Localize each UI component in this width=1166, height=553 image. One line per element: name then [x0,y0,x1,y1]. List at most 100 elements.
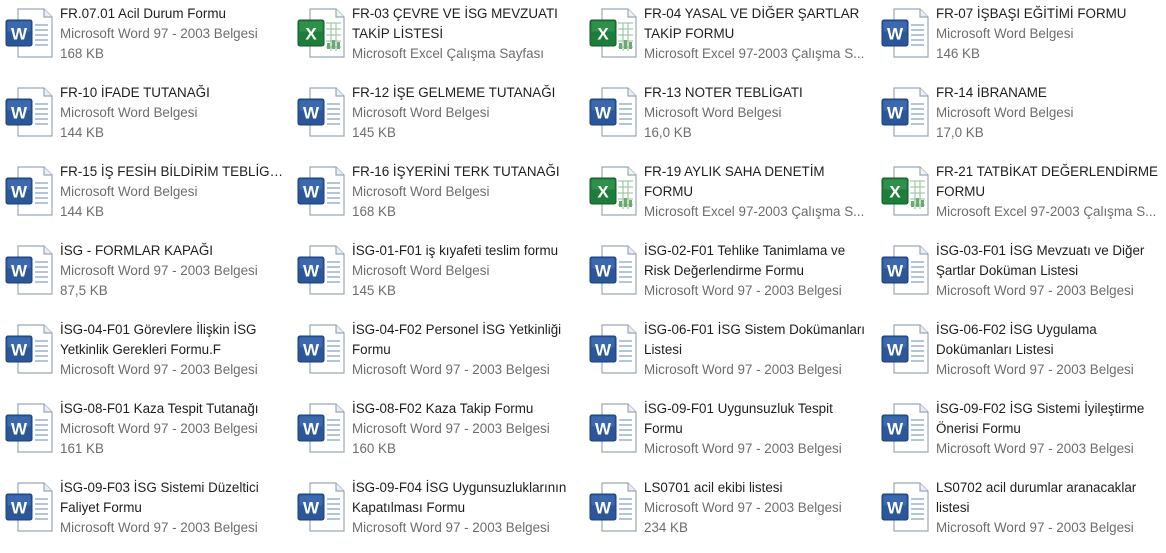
file-name: FR-21 TATBİKAT DEĞERLENDİRME FORMU [936,164,1158,199]
file-type: Microsoft Word 97 - 2003 Belgesi [936,362,1134,377]
file-tile-1[interactable]: W FR.07.01 Acil Durum Formu Microsoft Wo… [0,0,292,79]
file-tile-19[interactable]: W İSG-06-F01 İSG Sistem Dokümanları List… [584,316,876,395]
file-name: FR-19 AYLIK SAHA DENETİM FORMU [644,164,825,199]
file-name: İSG-04-F01 Görevlere İlişkin İSG Yetkinl… [60,322,257,357]
svg-text:W: W [887,499,904,518]
word-icon: W [880,7,930,59]
file-type: Microsoft Excel Çalışma Sayfası [352,46,544,61]
svg-text:X: X [305,25,317,44]
word-icon: W [880,323,930,375]
svg-text:W: W [595,341,612,360]
file-tile-4[interactable]: W FR-07 İŞBAŞI EĞİTİMİ FORMU Microsoft W… [876,0,1166,79]
file-info: FR-07 İŞBAŞI EĞİTİMİ FORMU Microsoft Wor… [936,4,1162,64]
file-tile-20[interactable]: W İSG-06-F02 İSG Uygulama Dokümanları Li… [876,316,1166,395]
file-info: İSG-09-F02 İSG Sistemi İyileştirme Öneri… [936,399,1162,459]
file-tile-9[interactable]: W FR-15 İŞ FESİH BİLDİRİM TEBLİGATI Micr… [0,158,292,237]
file-type: Microsoft Word 97 - 2003 Belgesi [352,520,550,535]
file-tile-2[interactable]: X FR-03 ÇEVRE VE İSG MEVZUATI TAKİP LİST… [292,0,584,79]
file-tile-3[interactable]: X FR-04 YASAL VE DİĞER ŞARTLAR TAKİP FOR… [584,0,876,79]
file-size: 160 KB [352,441,396,456]
file-type: Microsoft Word 97 - 2003 Belgesi [936,441,1134,456]
file-name: FR-15 İŞ FESİH BİLDİRİM TEBLİGATI [60,164,286,179]
file-name: İSG-08-F01 Kaza Tespit Tutanağı [60,401,259,416]
file-tile-16[interactable]: W İSG-03-F01 İSG Mevzuatı ve Diğer Şartl… [876,237,1166,316]
file-info: LS0701 acil ekibi listesi Microsoft Word… [644,478,870,538]
file-info: İSG-02-F01 Tehlike Tanimlama ve Risk Değ… [644,241,870,301]
svg-text:W: W [11,104,28,123]
svg-text:W: W [11,341,28,360]
file-name: İSG-06-F02 İSG Uygulama Dokümanları List… [936,322,1097,357]
excel-icon: X [880,165,930,217]
file-tile-23[interactable]: W İSG-09-F01 Uygunsuzluk Tespit Formu Mi… [584,395,876,474]
svg-text:W: W [303,262,320,281]
file-type: Microsoft Word Belgesi [352,184,490,199]
word-icon: W [4,481,54,533]
file-tile-25[interactable]: W İSG-09-F03 İSG Sistemi Düzeltici Faliy… [0,474,292,553]
word-icon: W [296,481,346,533]
file-name: FR-12 İŞE GELMEME TUTANAĞI [352,85,556,100]
word-icon: W [588,402,638,454]
file-info: İSG-08-F01 Kaza Tespit Tutanağı Microsof… [60,399,286,459]
svg-text:W: W [887,25,904,44]
word-icon: W [880,86,930,138]
file-tile-14[interactable]: W İSG-01-F01 iş kıyafeti teslim formu Mi… [292,237,584,316]
word-icon: W [588,86,638,138]
file-size: 145 KB [352,125,396,140]
file-tile-28[interactable]: W LS0702 acil durumlar aranacaklar liste… [876,474,1166,553]
file-size: 168 KB [60,46,104,61]
svg-text:W: W [303,183,320,202]
file-type: Microsoft Excel 97-2003 Çalışma S... [644,46,865,61]
file-size: 161 KB [60,441,104,456]
file-name: İSG - FORMLAR KAPAĞI [60,243,214,258]
file-tile-10[interactable]: W FR-16 İŞYERİNİ TERK TUTANAĞI Microsoft… [292,158,584,237]
svg-text:W: W [595,420,612,439]
word-icon: W [4,165,54,217]
word-icon: W [588,481,638,533]
file-info: İSG - FORMLAR KAPAĞI Microsoft Word 97 -… [60,241,286,301]
file-name: FR-03 ÇEVRE VE İSG MEVZUATI TAKİP LİSTES… [352,6,558,41]
file-tile-26[interactable]: W İSG-09-F04 İSG Uygunsuzluklarının Kapa… [292,474,584,553]
excel-icon: X [588,7,638,59]
svg-text:W: W [595,104,612,123]
word-icon: W [296,165,346,217]
file-type: Microsoft Word Belgesi [352,105,490,120]
file-name: İSG-09-F04 İSG Uygunsuzluklarının Kapatı… [352,480,567,515]
word-icon: W [4,402,54,454]
file-type: Microsoft Word 97 - 2003 Belgesi [60,520,258,535]
file-tile-18[interactable]: W İSG-04-F02 Personel İSG Yetkinliği For… [292,316,584,395]
file-tile-15[interactable]: W İSG-02-F01 Tehlike Tanimlama ve Risk D… [584,237,876,316]
file-tile-27[interactable]: W LS0701 acil ekibi listesi Microsoft Wo… [584,474,876,553]
svg-text:W: W [11,420,28,439]
file-name: LS0701 acil ekibi listesi [644,480,783,495]
word-icon: W [4,86,54,138]
file-type: Microsoft Word 97 - 2003 Belgesi [60,263,258,278]
file-tile-grid: W FR.07.01 Acil Durum Formu Microsoft Wo… [0,0,1166,552]
svg-text:W: W [303,104,320,123]
svg-text:W: W [887,104,904,123]
file-tile-8[interactable]: W FR-14 İBRANAME Microsoft Word Belgesi … [876,79,1166,158]
file-type: Microsoft Word Belgesi [60,105,198,120]
file-tile-5[interactable]: W FR-10 İFADE TUTANAĞI Microsoft Word Be… [0,79,292,158]
file-tile-13[interactable]: W İSG - FORMLAR KAPAĞI Microsoft Word 97… [0,237,292,316]
file-type: Microsoft Word 97 - 2003 Belgesi [60,421,258,436]
svg-text:X: X [597,183,609,202]
file-type: Microsoft Word 97 - 2003 Belgesi [936,520,1134,535]
file-info: İSG-09-F01 Uygunsuzluk Tespit Formu Micr… [644,399,870,459]
file-name: İSG-09-F03 İSG Sistemi Düzeltici Faliyet… [60,480,259,515]
file-size: 145 KB [352,283,396,298]
file-tile-17[interactable]: W İSG-04-F01 Görevlere İlişkin İSG Yetki… [0,316,292,395]
file-tile-21[interactable]: W İSG-08-F01 Kaza Tespit Tutanağı Micros… [0,395,292,474]
file-tile-11[interactable]: X FR-19 AYLIK SAHA DENETİM FORMU Microso… [584,158,876,237]
file-tile-22[interactable]: W İSG-08-F02 Kaza Takip Formu Microsoft … [292,395,584,474]
file-tile-7[interactable]: W FR-13 NOTER TEBLİGATI Microsoft Word B… [584,79,876,158]
file-info: FR.07.01 Acil Durum Formu Microsoft Word… [60,4,286,64]
file-type: Microsoft Excel 97-2003 Çalışma S... [644,204,865,219]
file-type: Microsoft Word 97 - 2003 Belgesi [352,362,550,377]
file-info: FR-13 NOTER TEBLİGATI Microsoft Word Bel… [644,83,870,143]
file-tile-6[interactable]: W FR-12 İŞE GELMEME TUTANAĞI Microsoft W… [292,79,584,158]
file-name: FR-04 YASAL VE DİĞER ŞARTLAR TAKİP FORMU [644,6,860,41]
word-icon: W [296,402,346,454]
file-tile-24[interactable]: W İSG-09-F02 İSG Sistemi İyileştirme Öne… [876,395,1166,474]
svg-text:W: W [11,262,28,281]
file-tile-12[interactable]: X FR-21 TATBİKAT DEĞERLENDİRME FORMU Mic… [876,158,1166,237]
